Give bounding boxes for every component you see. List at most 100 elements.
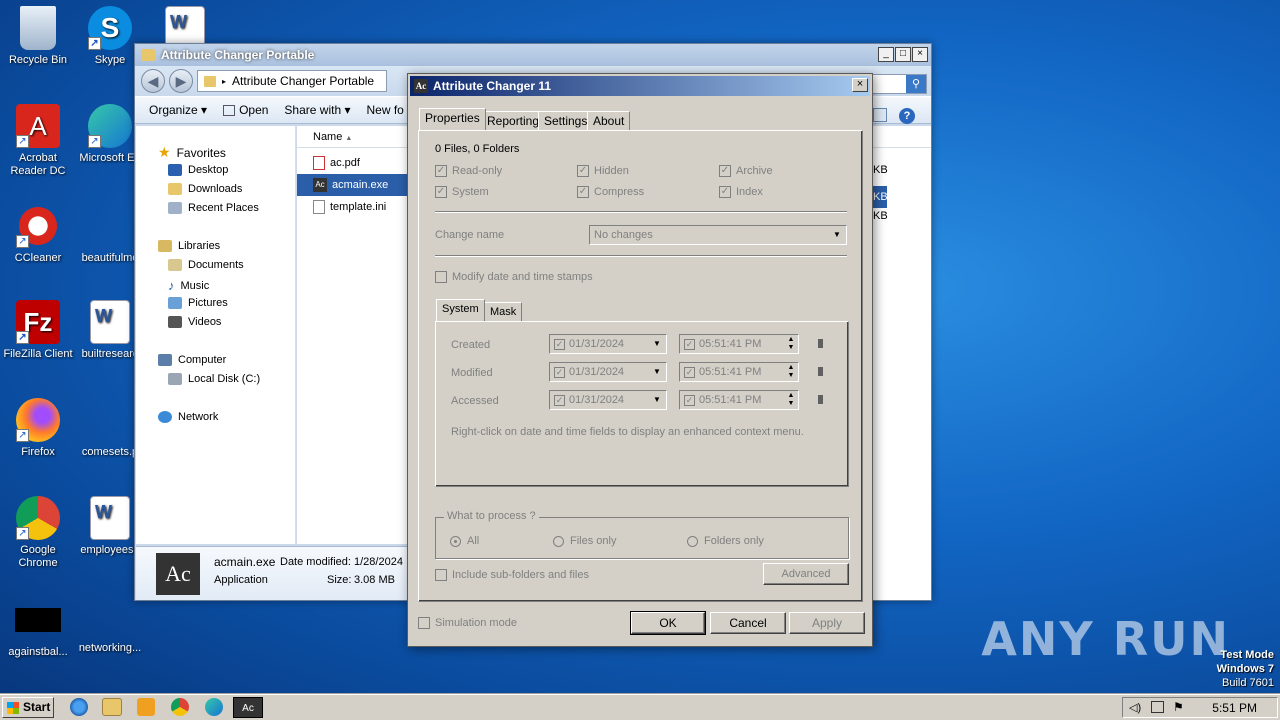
share-with-menu[interactable]: Share with ▾ xyxy=(284,103,350,117)
accessed-time-picker[interactable]: ✓ 05:51:41 PM ▲ ▼ xyxy=(679,390,799,410)
search-icon: ⚲ xyxy=(906,75,926,93)
checkbox-read-only[interactable]: ✓ Read-only xyxy=(435,165,502,177)
accessed-date-picker[interactable]: ✓ 01/31/2024 ▼ xyxy=(549,390,667,410)
edge-taskbar-icon[interactable] xyxy=(205,698,223,716)
desktop-icon-filezilla[interactable]: Fz ↗ FileZilla Client xyxy=(0,300,76,361)
dialog-close-button[interactable]: × xyxy=(852,78,868,92)
context-marker-icon[interactable] xyxy=(818,339,823,348)
tab-about[interactable]: About xyxy=(587,111,631,131)
attribute-changer-taskbar-icon[interactable]: Ac xyxy=(233,697,263,718)
explorer-titlebar[interactable]: Attribute Changer Portable xyxy=(135,44,931,66)
search-input[interactable]: ⚲ xyxy=(871,74,927,94)
modified-time-picker[interactable]: ✓ 05:51:41 PM ▲ ▼ xyxy=(679,362,799,382)
details-size-label: Size: xyxy=(327,574,352,586)
nav-music[interactable]: ♪ Music xyxy=(168,278,209,293)
apply-button[interactable]: Apply xyxy=(789,612,865,634)
checkbox-hidden[interactable]: ✓ Hidden xyxy=(577,165,629,177)
spinner-icon[interactable]: ▲ ▼ xyxy=(785,392,797,408)
maximize-button[interactable]: □ xyxy=(895,47,911,62)
created-date-picker[interactable]: ✓ 01/31/2024 ▼ xyxy=(549,334,667,354)
network-tray-icon[interactable] xyxy=(1151,701,1164,713)
open-button[interactable]: Open xyxy=(223,103,268,117)
created-time-picker[interactable]: ✓ 05:51:41 PM ▲ ▼ xyxy=(679,334,799,354)
address-bar[interactable]: ▸ Attribute Changer Portable xyxy=(197,70,387,92)
nav-downloads[interactable]: Downloads xyxy=(168,183,242,195)
desktop-icon-acrobat[interactable]: A ↗ Acrobat Reader DC xyxy=(0,104,76,178)
preview-pane-icon[interactable] xyxy=(873,108,887,122)
back-button[interactable]: ◀ xyxy=(141,69,165,93)
nav-documents[interactable]: Documents xyxy=(168,259,244,271)
file-row[interactable]: ac.pdf xyxy=(297,152,409,174)
timestamps-panel: Created ✓ 01/31/2024 ▼ ✓ 05:51:41 PM ▲ ▼ Modi… xyxy=(435,321,849,487)
nav-videos[interactable]: Videos xyxy=(168,316,221,328)
nav-computer[interactable]: Computer xyxy=(158,354,226,366)
edge-icon: ↗ xyxy=(88,104,132,148)
checkbox-include-subfolders[interactable]: Include sub-folders and files xyxy=(435,569,589,581)
tab-properties[interactable]: Properties xyxy=(419,108,486,130)
forward-button[interactable]: ▶ xyxy=(169,69,193,93)
ini-file-icon xyxy=(313,200,325,214)
nav-recent-places[interactable]: Recent Places xyxy=(168,202,259,214)
nav-favorites[interactable]: ★ Favorites xyxy=(158,144,226,161)
cancel-button[interactable]: Cancel xyxy=(710,612,786,634)
checkbox-box: ✓ xyxy=(435,165,447,177)
clock[interactable]: 5:51 PM xyxy=(1212,701,1257,715)
ok-button[interactable]: OK xyxy=(630,611,706,635)
radio-all[interactable]: All xyxy=(450,535,479,547)
close-button[interactable]: × xyxy=(912,47,928,62)
minimize-button[interactable]: _ xyxy=(878,47,894,62)
checkbox-compress[interactable]: ✓ Compress xyxy=(577,186,644,198)
context-marker-icon[interactable] xyxy=(818,367,823,376)
stamp-label-created: Created xyxy=(451,339,491,351)
desktop-icon-againstbal[interactable]: againstbal... xyxy=(0,608,76,659)
details-date-value: 1/28/2024 xyxy=(354,556,403,568)
nav-network[interactable]: Network xyxy=(158,411,218,423)
subtab-system[interactable]: System xyxy=(436,299,485,321)
modified-date-picker[interactable]: ✓ 01/31/2024 ▼ xyxy=(549,362,667,382)
change-name-select[interactable]: No changes ▼ xyxy=(589,225,847,245)
file-explorer-taskbar-icon[interactable] xyxy=(102,698,122,716)
nav-local-disk[interactable]: Local Disk (C:) xyxy=(168,373,260,385)
checkbox-modify-stamps[interactable]: Modify date and time stamps xyxy=(435,271,593,283)
advanced-button[interactable]: Advanced xyxy=(763,563,849,585)
column-header-name[interactable]: Name ▲ xyxy=(297,126,409,148)
media-player-icon[interactable] xyxy=(137,698,155,716)
tab-settings[interactable]: Settings xyxy=(538,111,594,131)
subtab-mask[interactable]: Mask xyxy=(484,302,523,322)
dialog-titlebar[interactable]: Ac Attribute Changer 11 xyxy=(410,76,870,96)
radio-folders-only[interactable]: Folders only xyxy=(687,535,764,547)
desktop-icon-label: againstbal... xyxy=(8,646,68,658)
desktop-icon-ccleaner[interactable]: ↗ CCleaner xyxy=(0,204,76,265)
checkbox-simulation-mode[interactable]: Simulation mode xyxy=(418,617,517,629)
nav-pictures[interactable]: Pictures xyxy=(168,297,228,309)
spinner-icon[interactable]: ▲ ▼ xyxy=(785,336,797,352)
desktop-icon-recycle-bin[interactable]: Recycle Bin xyxy=(0,6,76,67)
desktop-icon-label: CCleaner xyxy=(14,252,62,264)
chrome-icon: ↗ xyxy=(16,496,60,540)
start-button[interactable]: Start xyxy=(2,697,54,718)
file-row-selected[interactable]: Ac acmain.exe xyxy=(297,174,409,196)
tab-reporting[interactable]: Reporting xyxy=(481,111,546,131)
organize-menu[interactable]: Organize ▾ xyxy=(149,103,207,117)
nav-libraries[interactable]: Libraries xyxy=(158,240,220,252)
checkbox-system[interactable]: ✓ System xyxy=(435,186,489,198)
attribute-changer-dialog[interactable]: Ac Attribute Changer 11 × Properties Rep… xyxy=(407,73,873,647)
desktop-icon-firefox[interactable]: ↗ Firefox xyxy=(0,398,76,459)
flag-icon[interactable]: ⚑ xyxy=(1173,700,1184,714)
checkbox-index[interactable]: ✓ Index xyxy=(719,186,763,198)
checkbox-archive[interactable]: ✓ Archive xyxy=(719,165,773,177)
nav-desktop[interactable]: Desktop xyxy=(168,164,228,176)
chevron-down-icon: ▼ xyxy=(833,230,841,239)
file-row[interactable]: template.ini xyxy=(297,196,409,218)
radio-files-only[interactable]: Files only xyxy=(553,535,616,547)
internet-explorer-icon[interactable] xyxy=(70,698,88,716)
new-folder-button[interactable]: New fo xyxy=(366,103,403,117)
sort-arrow-icon: ▲ xyxy=(345,135,353,142)
help-icon[interactable]: ? xyxy=(899,108,915,124)
desktop-icon-chrome[interactable]: ↗ Google Chrome xyxy=(0,496,76,570)
spinner-icon[interactable]: ▲ ▼ xyxy=(785,364,797,380)
desktop-icon-networking[interactable]: networking... xyxy=(72,608,148,655)
context-marker-icon[interactable] xyxy=(818,395,823,404)
speaker-icon[interactable]: ◁) xyxy=(1129,701,1141,714)
chrome-taskbar-icon[interactable] xyxy=(171,698,189,716)
